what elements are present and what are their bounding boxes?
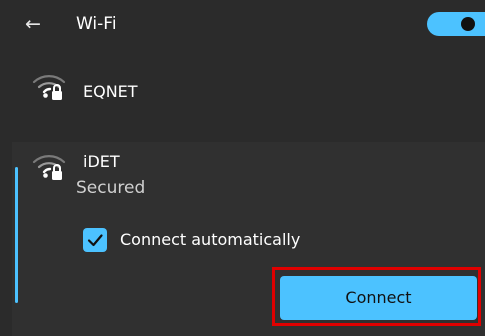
checkmark-icon — [87, 234, 103, 247]
page-title: Wi-Fi — [76, 14, 117, 34]
toggle-knob — [461, 17, 475, 31]
wifi-toggle[interactable] — [427, 12, 485, 36]
network-item-eqnet[interactable]: EQNET — [0, 62, 485, 122]
network-status: Secured — [76, 178, 146, 198]
network-name: EQNET — [83, 82, 138, 101]
wifi-header: ← Wi-Fi — [0, 0, 485, 52]
checkbox-label: Connect automatically — [120, 230, 301, 249]
wifi-secured-icon — [32, 155, 66, 180]
back-arrow-icon[interactable]: ← — [20, 11, 46, 37]
checkbox-box[interactable] — [83, 228, 107, 252]
wifi-secured-icon — [32, 75, 66, 100]
network-name: iDET — [83, 152, 120, 171]
selection-indicator — [15, 167, 18, 303]
connect-button[interactable]: Connect — [280, 276, 477, 320]
